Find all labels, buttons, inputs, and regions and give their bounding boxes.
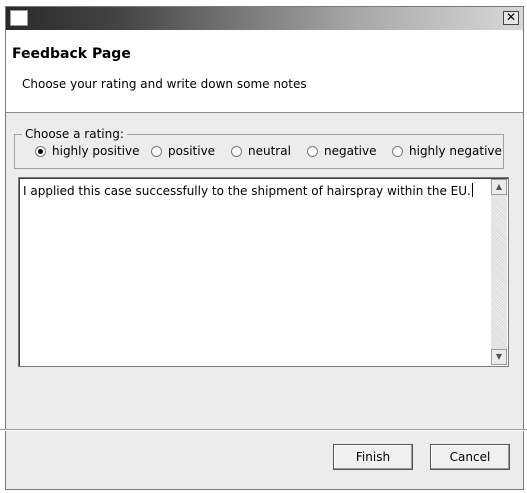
footer-separator <box>0 429 527 431</box>
finish-button[interactable]: Finish <box>333 444 413 470</box>
close-button[interactable]: ✕ <box>503 11 519 25</box>
rating-legend: Choose a rating: <box>25 127 124 141</box>
page-title: Feedback Page <box>12 46 131 62</box>
title-bar[interactable]: ✕ <box>6 7 523 30</box>
radio-highly-negative[interactable]: highly negative <box>392 142 502 160</box>
page-description: Choose your rating and write down some n… <box>22 77 307 91</box>
radio-negative[interactable]: negative <box>307 142 376 160</box>
radio-label: negative <box>324 144 377 158</box>
notes-textarea[interactable]: I applied this case successfully to the … <box>18 177 509 367</box>
radio-unselected-icon <box>392 145 403 157</box>
radio-unselected-icon <box>307 145 318 157</box>
radio-label: highly positive <box>52 144 140 158</box>
cancel-button[interactable]: Cancel <box>430 444 510 470</box>
notes-scrollbar[interactable]: ▲ ▼ <box>491 179 507 365</box>
text-caret <box>471 183 473 197</box>
header-panel: Feedback Page Choose your rating and wri… <box>6 30 523 113</box>
window-icon <box>10 10 28 26</box>
radio-neutral[interactable]: neutral <box>231 142 291 160</box>
radio-label: neutral <box>248 144 291 158</box>
notes-text: I applied this case successfully to the … <box>23 183 473 198</box>
radio-highly-positive[interactable]: highly positive <box>35 142 139 160</box>
radio-unselected-icon <box>231 145 242 157</box>
radio-positive[interactable]: positive <box>151 142 215 160</box>
radio-unselected-icon <box>151 145 162 157</box>
scroll-up-arrow-icon[interactable]: ▲ <box>491 179 507 195</box>
radio-label: positive <box>168 144 216 158</box>
radio-label: highly negative <box>409 144 502 158</box>
scroll-down-arrow-icon[interactable]: ▼ <box>491 349 507 365</box>
radio-selected-icon <box>35 145 46 157</box>
